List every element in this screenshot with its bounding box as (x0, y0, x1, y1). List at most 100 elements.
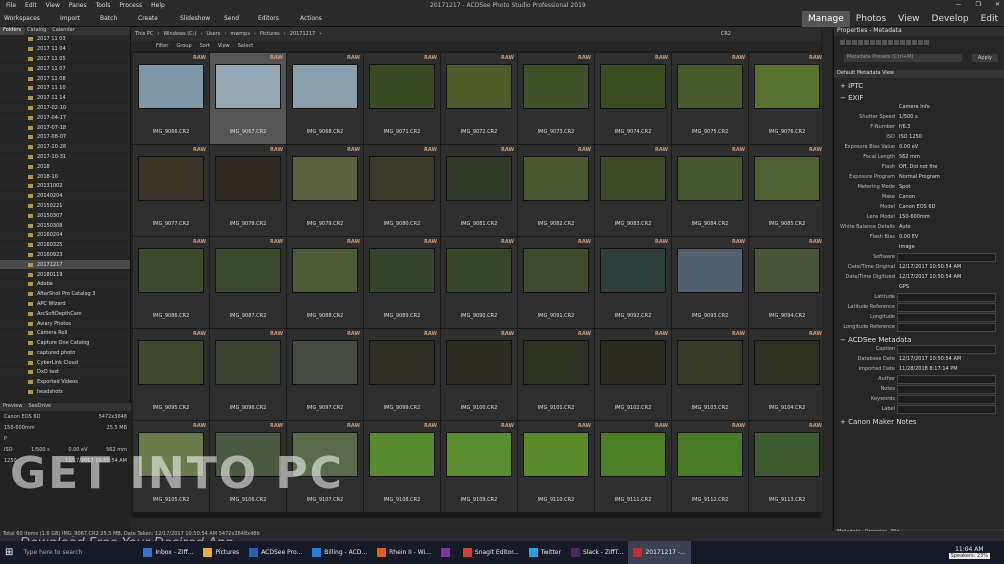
folder-item[interactable]: 2017 11 14 (0, 94, 130, 104)
thumbnail-item[interactable]: RAW IMG_9068.CR2 (287, 53, 363, 144)
thumbnail-item[interactable]: RAW IMG_9108.CR2 (364, 421, 440, 512)
photo-thumbnail[interactable] (446, 340, 512, 385)
metadata-value[interactable] (897, 374, 996, 384)
photo-thumbnail[interactable] (292, 248, 358, 293)
folder-item[interactable]: 20160204 (0, 231, 130, 241)
metadata-value[interactable]: Canon (897, 194, 1004, 200)
folder-item[interactable]: Camera Roll (0, 329, 130, 339)
photo-thumbnail[interactable] (215, 340, 281, 385)
menu-item-file[interactable]: File (6, 2, 16, 9)
start-button[interactable]: ⊞ (0, 541, 18, 564)
tab-folders[interactable]: Folders (0, 27, 25, 35)
metadata-value[interactable]: 12/17/2017 10:50:54 AM (897, 264, 1004, 270)
photo-thumbnail[interactable] (677, 340, 743, 385)
metadata-value[interactable] (897, 252, 996, 262)
metadata-value[interactable]: GPS (897, 284, 1004, 290)
tab-calendar[interactable]: Calendar (49, 27, 77, 35)
metadata-value[interactable]: Off, Did not fire (897, 164, 1004, 170)
folder-item[interactable]: Capture One Catalog (0, 339, 130, 349)
photo-thumbnail[interactable] (523, 248, 589, 293)
toolbar-slideshow-button[interactable]: Slideshow (180, 15, 210, 22)
thumbnail-item[interactable]: RAW IMG_9092.CR2 (595, 237, 671, 328)
photo-thumbnail[interactable] (754, 432, 820, 477)
metadata-value[interactable]: Normal Program (897, 174, 1004, 180)
section-acdsee-metadata[interactable]: − ACDSee Metadata (834, 336, 1004, 344)
photo-thumbnail[interactable] (215, 156, 281, 201)
metadata-value[interactable] (897, 344, 996, 354)
filter-filter-dropdown[interactable]: Filter (156, 43, 168, 49)
menu-item-panes[interactable]: Panes (69, 2, 87, 9)
photo-thumbnail[interactable] (446, 64, 512, 109)
photo-thumbnail[interactable] (446, 156, 512, 201)
taskbar-app[interactable]: Billing - ACD... (307, 541, 372, 564)
folder-item[interactable]: 2017 11 10 (0, 84, 130, 94)
breadcrumb-item[interactable]: This PC (135, 31, 153, 37)
apply-button[interactable]: Apply (971, 54, 998, 62)
folder-item[interactable]: CyberLink Cloud (0, 358, 130, 369)
thumbnail-item[interactable]: RAW IMG_9095.CR2 (133, 329, 209, 420)
metadata-value[interactable] (897, 384, 996, 394)
metadata-value[interactable]: Camera Info (897, 104, 1004, 110)
section-exif[interactable]: − EXIF (834, 94, 1004, 102)
thumbnail-item[interactable]: RAW IMG_9083.CR2 (595, 145, 671, 236)
metadata-value[interactable]: 1/500 s (897, 114, 1004, 120)
tab-preview[interactable]: Preview (0, 403, 25, 411)
metadata-value[interactable] (897, 394, 996, 404)
folder-item[interactable]: 20150221 (0, 202, 130, 212)
taskbar-app[interactable]: 20171217 -... (628, 541, 691, 564)
metadata-value[interactable]: 12/17/2017 10:50:54 AM (897, 356, 1004, 362)
breadcrumb-item[interactable]: Users (206, 31, 220, 37)
folder-item[interactable]: 2017-02-10 (0, 104, 130, 114)
toolbar-send-button[interactable]: Send (224, 15, 239, 22)
photo-thumbnail[interactable] (292, 340, 358, 385)
thumbnail-item[interactable]: RAW IMG_9096.CR2 (210, 329, 286, 420)
thumbnail-item[interactable]: RAW IMG_9066.CR2 (133, 53, 209, 144)
section-canon-maker-notes[interactable]: + Canon Maker Notes (834, 418, 1004, 426)
folder-item[interactable]: 2017 11 04 (0, 45, 130, 55)
breadcrumb-item[interactable]: Windows (C:) (163, 31, 196, 37)
photo-thumbnail[interactable] (523, 340, 589, 385)
thumbnail-item[interactable]: RAW IMG_9101.CR2 (518, 329, 594, 420)
metadata-value[interactable] (897, 292, 996, 302)
photo-thumbnail[interactable] (138, 248, 204, 293)
taskbar-app[interactable]: Snagit Editor... (458, 541, 524, 564)
photo-thumbnail[interactable] (600, 64, 666, 109)
taskbar-app[interactable]: Inbox - Ziff... (138, 541, 198, 564)
section-iptc[interactable]: + IPTC (834, 82, 1004, 90)
mode-view[interactable]: View (892, 11, 925, 27)
photo-thumbnail[interactable] (600, 432, 666, 477)
vertical-scrollbar[interactable] (822, 27, 832, 522)
mode-manage[interactable]: Manage (802, 11, 850, 27)
thumbnail-item[interactable]: RAW IMG_9110.CR2 (518, 421, 594, 512)
photo-thumbnail[interactable] (138, 156, 204, 201)
photo-thumbnail[interactable] (523, 156, 589, 201)
thumbnail-item[interactable]: RAW IMG_9081.CR2 (441, 145, 517, 236)
thumbnail-item[interactable]: RAW IMG_9074.CR2 (595, 53, 671, 144)
folder-item[interactable]: 2017 11 07 (0, 64, 130, 75)
toolbar-create-button[interactable]: Create (138, 15, 158, 22)
photo-thumbnail[interactable] (215, 248, 281, 293)
thumbnail-item[interactable]: RAW IMG_9080.CR2 (364, 145, 440, 236)
thumbnail-item[interactable]: RAW IMG_9085.CR2 (749, 145, 825, 236)
thumbnail-item[interactable]: RAW IMG_9109.CR2 (441, 421, 517, 512)
folder-item[interactable]: AfterShot Pro Catalog 3 (0, 290, 130, 300)
toolbar-batch-button[interactable]: Batch (100, 15, 117, 22)
metadata-value[interactable]: Image (897, 244, 1004, 250)
photo-thumbnail[interactable] (523, 432, 589, 477)
metadata-value[interactable]: 0.00 eV (897, 144, 1004, 150)
metadata-value[interactable]: ISO 1250 (897, 134, 1004, 140)
taskbar-app[interactable]: Twitter (524, 541, 566, 564)
photo-thumbnail[interactable] (754, 156, 820, 201)
thumbnail-item[interactable]: RAW IMG_9097.CR2 (287, 329, 363, 420)
thumbnail-item[interactable]: RAW IMG_9113.CR2 (749, 421, 825, 512)
filter-view-dropdown[interactable]: View (218, 43, 230, 49)
breadcrumb-item[interactable]: Pictures (260, 31, 280, 37)
tab-catalog[interactable]: Catalog (24, 27, 49, 35)
folder-item[interactable]: 2018 (0, 162, 130, 173)
folder-item[interactable]: 20160325 (0, 241, 130, 251)
folder-item[interactable]: 2018-10 (0, 172, 130, 182)
metadata-value[interactable] (897, 404, 996, 414)
thumbnail-item[interactable]: RAW IMG_9084.CR2 (672, 145, 748, 236)
mode-edit[interactable]: Edit (975, 11, 1004, 27)
metadata-value[interactable]: 562 mm (897, 154, 1004, 160)
